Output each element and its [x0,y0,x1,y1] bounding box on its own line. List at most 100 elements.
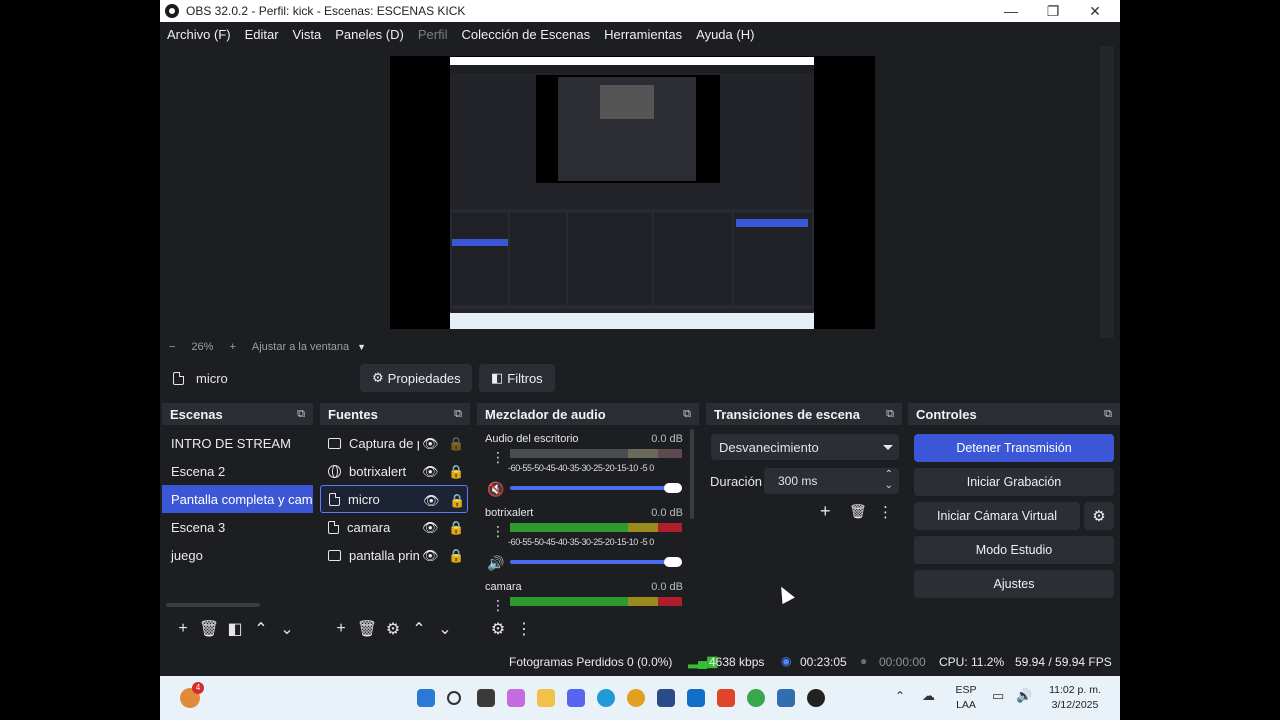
preview-area[interactable] [160,46,1100,336]
trash-icon[interactable]: 🗑 [849,503,867,520]
store-icon[interactable] [657,689,675,707]
cloud-icon[interactable]: ☁ [922,688,935,704]
lock-icon[interactable]: 🔒 [448,548,464,563]
eye-icon[interactable]: 👁 [422,464,439,479]
undock-icon[interactable]: ⧉ [1104,408,1112,421]
add-icon[interactable]: + [170,620,196,638]
undock-icon[interactable]: ⧉ [886,408,894,421]
channel-menu-icon[interactable]: ⋮ [491,598,505,612]
eye-icon[interactable]: 👁 [422,520,439,535]
volume-slider-handle[interactable] [664,557,682,567]
start-virtual-camera-button[interactable]: Iniciar Cámara Virtual [914,502,1080,530]
clock-date[interactable]: 3/12/2025 [1040,699,1110,711]
task-view-icon[interactable] [477,689,495,707]
source-item[interactable]: pantalla principal 👁 🔒 [320,541,468,569]
filter-icon[interactable]: ◧ [222,619,248,639]
advanced-audio-gear-icon[interactable]: ⚙ [485,619,511,639]
close-button[interactable]: ✕ [1074,0,1116,22]
edge-icon[interactable] [597,689,615,707]
transition-select[interactable]: Desvanecimiento [711,434,899,460]
more-menu-icon[interactable]: ⋮ [878,503,893,521]
maximize-button[interactable]: ❐ [1032,0,1074,22]
scene-item-selected[interactable]: Pantalla completa y camara [162,485,313,513]
more-menu-icon[interactable]: ⋮ [511,619,537,639]
brave-icon[interactable] [717,689,735,707]
display-icon[interactable]: ▭ [992,688,1004,704]
zoom-out-button[interactable]: − [169,341,175,353]
search-icon[interactable] [447,691,461,705]
copilot-icon[interactable] [507,689,525,707]
menu-vista[interactable]: Vista [293,27,322,42]
menu-paneles[interactable]: Paneles (D) [335,27,404,42]
zoom-fit-select[interactable]: Ajustar a la ventana [252,341,349,353]
trash-icon[interactable]: 🗑 [354,619,380,639]
stop-stream-button[interactable]: Detener Transmisión [914,434,1114,462]
scene-item[interactable]: juego [162,541,313,569]
eye-icon[interactable]: 👁 [422,436,439,451]
source-item[interactable]: botrixalert 👁 🔒 [320,457,468,485]
chevron-up-icon[interactable]: ⌃ [248,619,274,639]
obs-taskbar-icon[interactable] [807,689,825,707]
chevron-down-icon[interactable]: ⌄ [274,619,300,639]
eye-icon[interactable]: 👁 [422,548,439,563]
duration-spinbox[interactable]: 300 ms ⌃ ⌄ [764,468,899,494]
menu-ayuda[interactable]: Ayuda (H) [696,27,754,42]
chrome-profile-icon[interactable] [747,689,765,707]
filters-button[interactable]: ◧ Filtros [479,364,555,392]
mixer-scrollbar[interactable] [690,429,694,519]
undock-icon[interactable]: ⧉ [454,408,462,421]
zoom-in-button[interactable]: + [229,341,235,353]
gear-icon[interactable]: ⚙ [380,619,406,639]
scene-item[interactable]: Escena 2 [162,457,313,485]
outlook-icon[interactable] [687,689,705,707]
scenes-hscrollbar[interactable] [166,603,260,607]
spin-arrows-icon[interactable]: ⌃ ⌄ [885,469,893,491]
undock-icon[interactable]: ⧉ [297,408,305,421]
start-recording-button[interactable]: Iniciar Grabación [914,468,1114,496]
keyboard-layout[interactable]: LAA [950,699,982,711]
lock-icon[interactable]: 🔒 [448,520,464,535]
menu-coleccion-escenas[interactable]: Colección de Escenas [461,27,590,42]
chevron-up-icon[interactable]: ⌃ [895,689,905,703]
lock-icon[interactable]: 🔒 [448,464,464,479]
add-transition-icon[interactable]: + [820,501,831,522]
settings-button[interactable]: Ajustes [914,570,1114,598]
discord-icon[interactable] [567,689,585,707]
add-icon[interactable]: + [328,620,354,638]
volume-slider[interactable] [510,557,682,567]
source-item-selected[interactable]: micro 👁 🔒 [320,485,468,513]
photos-icon[interactable] [777,689,795,707]
volume-icon[interactable]: 🔊 [1016,688,1032,704]
scene-item[interactable]: INTRO DE STREAM [162,429,313,457]
preview-canvas[interactable] [390,56,875,329]
scene-item[interactable]: Escena 3 [162,513,313,541]
minimize-button[interactable]: — [990,0,1032,22]
language-code[interactable]: ESP [950,684,982,696]
menu-perfil[interactable]: Perfil [418,27,448,42]
virtual-camera-settings-gear-icon[interactable]: ⚙ [1084,502,1114,530]
eye-icon[interactable]: 👁 [423,493,440,508]
source-item[interactable]: camara 👁 🔒 [320,513,468,541]
menu-archivo[interactable]: Archivo (F) [167,27,231,42]
speaker-icon[interactable]: 🔊 [487,555,504,572]
chevron-up-icon[interactable]: ⌃ [406,619,432,639]
volume-slider-handle[interactable] [664,483,682,493]
windows-start-icon[interactable] [417,689,435,707]
preview-scrollbar[interactable] [1100,46,1114,338]
source-item[interactable]: Captura de pantalla 👁 🔒 [320,429,468,457]
menu-herramientas[interactable]: Herramientas [604,27,682,42]
trash-icon[interactable]: 🗑 [196,619,222,639]
file-explorer-icon[interactable] [537,689,555,707]
volume-slider[interactable] [510,483,682,493]
speaker-muted-icon[interactable]: 🔇 [487,481,504,498]
chevron-down-icon[interactable]: ⌄ [432,619,458,639]
studio-mode-button[interactable]: Modo Estudio [914,536,1114,564]
clock-time[interactable]: 11:02 p. m. [1040,684,1110,696]
lock-icon[interactable]: 🔒 [448,436,464,451]
channel-menu-icon[interactable]: ⋮ [491,524,505,538]
channel-menu-icon[interactable]: ⋮ [491,450,505,464]
properties-button[interactable]: ⚙ Propiedades [360,364,472,392]
menu-editar[interactable]: Editar [245,27,279,42]
lock-icon[interactable]: 🔒 [449,493,465,508]
chrome-icon[interactable] [627,689,645,707]
